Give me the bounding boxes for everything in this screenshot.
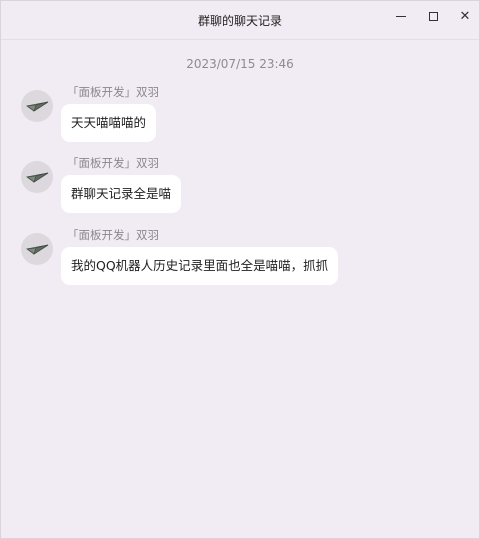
sender-name: 「面板开发」双羽 (67, 85, 159, 99)
minimize-icon (396, 15, 406, 17)
close-button[interactable]: ✕ (451, 5, 479, 27)
avatar[interactable] (21, 90, 53, 122)
sender-name: 「面板开发」双羽 (67, 228, 159, 242)
paper-plane-icon (26, 101, 49, 112)
message-bubble[interactable]: 我的QQ机器人历史记录里面也全是喵喵，抓抓 (61, 247, 339, 285)
sender-name: 「面板开发」双羽 (67, 156, 159, 170)
chat-timestamp: 2023/07/15 23:46 (186, 57, 294, 71)
paper-plane-icon (26, 172, 49, 183)
avatar[interactable] (21, 161, 53, 193)
paper-plane-icon (26, 244, 49, 255)
message-bubble[interactable]: 天天喵喵喵的 (61, 104, 157, 142)
message-bubble[interactable]: 群聊天记录全是喵 (61, 175, 182, 213)
minimize-button[interactable] (387, 5, 415, 27)
close-icon: ✕ (459, 8, 471, 24)
maximize-button[interactable] (419, 5, 447, 27)
title-bar[interactable]: 群聊的聊天记录 ✕ (1, 1, 479, 40)
avatar[interactable] (21, 233, 53, 265)
maximize-icon (428, 11, 438, 21)
chat-history-window: 群聊的聊天记录 ✕ 2023/07/15 23:46 「面板开发」双羽 天天喵喵… (0, 0, 480, 539)
